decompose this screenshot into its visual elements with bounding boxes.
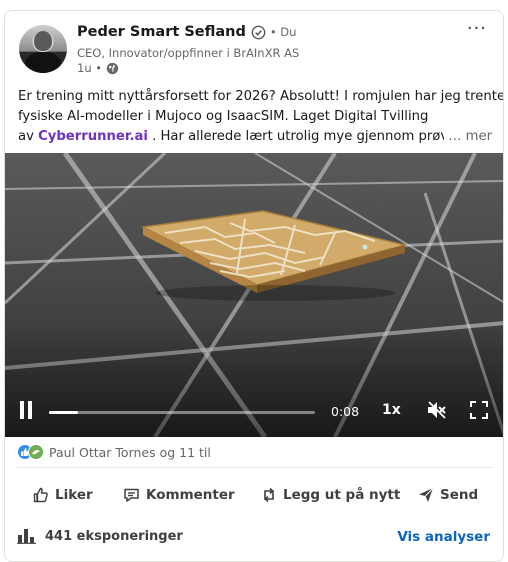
divider xyxy=(17,467,493,468)
comment-button[interactable]: Kommenter xyxy=(123,477,235,513)
comment-label: Kommenter xyxy=(146,487,235,503)
author-headline: CEO, Innovator/oppfinner i BrAInXR AS xyxy=(77,46,300,60)
verified-icon xyxy=(251,25,266,39)
post-timestamp: 1u • xyxy=(77,61,119,75)
author-name[interactable]: Peder Smart Sefland xyxy=(77,24,246,40)
mention-link[interactable]: Cyberrunner.ai xyxy=(38,129,148,144)
timestamp-text: 1u • xyxy=(77,61,103,75)
repost-icon xyxy=(264,487,274,503)
reactions-summary[interactable]: Paul Ottar Tornes og 11 til xyxy=(17,444,211,460)
reactions-text: Paul Ottar Tornes og 11 til xyxy=(49,444,211,460)
see-more-button[interactable]: … mer xyxy=(444,127,492,147)
globe-icon xyxy=(106,62,119,74)
pause-icon[interactable] xyxy=(18,401,34,419)
post-header: Peder Smart Sefland • Du CEO, Innovator/… xyxy=(5,11,503,83)
muted-icon[interactable] xyxy=(426,400,448,420)
post-card: Peder Smart Sefland • Du CEO, Innovator/… xyxy=(4,10,504,562)
playback-speed-button[interactable]: 1x xyxy=(382,402,401,418)
post-text-line: Er trening mitt nyttårsforsett for 2026?… xyxy=(18,89,504,104)
repost-label: Legg ut på nytt xyxy=(283,487,401,503)
like-button[interactable]: Liker xyxy=(33,477,93,513)
progress-bar[interactable] xyxy=(49,411,315,414)
action-bar: Liker Kommenter Legg ut på nytt Send xyxy=(5,477,503,513)
video-time: 0:08 xyxy=(331,404,360,419)
bar-chart-icon xyxy=(17,529,36,544)
impressions-summary: 441 eksponeringer xyxy=(17,528,183,544)
post-text-prefix: av xyxy=(18,129,39,144)
send-button[interactable]: Send xyxy=(418,477,478,513)
reaction-icons xyxy=(17,444,45,460)
like-label: Liker xyxy=(55,487,93,503)
post-text-line: av Cyberrunner.ai . Har allerede lært ut… xyxy=(18,127,496,147)
post-text-suffix: . Har allerede lært utrolig mye gjennom … xyxy=(147,129,469,144)
connection-degree: • Du xyxy=(269,25,297,39)
author-row: Peder Smart Sefland • Du xyxy=(77,24,296,40)
more-options-icon[interactable]: ··· xyxy=(467,20,487,38)
send-label: Send xyxy=(440,487,479,503)
video-controls: 0:08 1x xyxy=(5,391,503,431)
post-text-line: fysiske AI-modeller i Mujoco og IsaacSIM… xyxy=(18,109,429,124)
thumbs-up-icon xyxy=(33,487,48,503)
send-icon xyxy=(419,487,434,502)
support-reaction-icon xyxy=(28,444,44,460)
post-text: Er trening mitt nyttårsforsett for 2026?… xyxy=(18,87,504,147)
progress-fill xyxy=(49,411,79,414)
comment-icon xyxy=(124,488,139,502)
video-player[interactable]: 0:08 1x xyxy=(5,153,503,437)
impressions-text: 441 eksponeringer xyxy=(45,528,183,544)
avatar[interactable] xyxy=(19,25,67,73)
view-analytics-link[interactable]: Vis analyser xyxy=(397,529,490,545)
fullscreen-icon[interactable] xyxy=(470,401,488,419)
repost-button[interactable]: Legg ut på nytt xyxy=(261,477,400,513)
